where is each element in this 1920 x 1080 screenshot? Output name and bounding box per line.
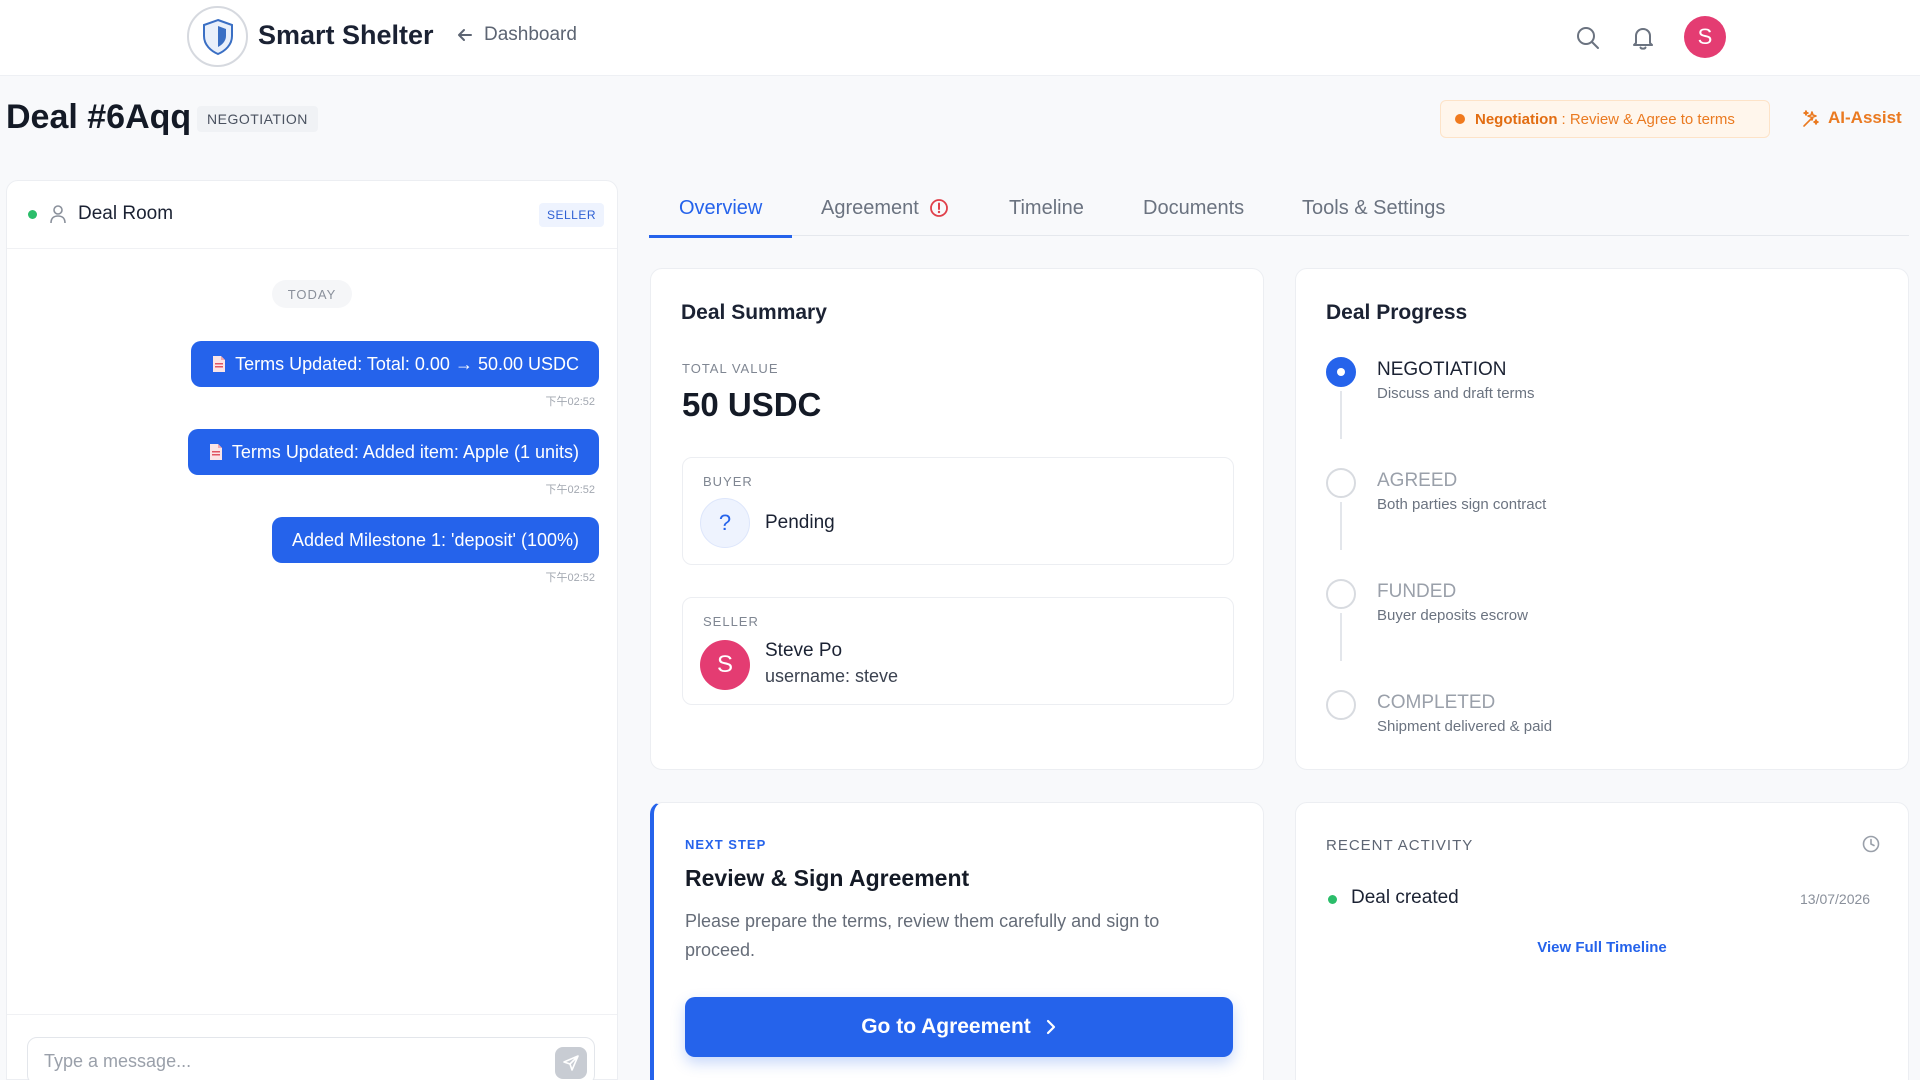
tab-overview[interactable]: Overview (648, 180, 793, 238)
step-name: NEGOTIATION (1377, 359, 1507, 380)
go-to-agreement-button[interactable]: Go to Agreement (685, 997, 1233, 1057)
next-step-title: Review & Sign Agreement (685, 865, 970, 891)
buyer-avatar: ? (700, 498, 750, 548)
step-name: COMPLETED (1377, 692, 1496, 713)
stage-detail: : Review & Agree to terms (1561, 110, 1735, 128)
user-icon (50, 205, 66, 224)
sparkle-icon (1803, 110, 1819, 127)
online-status-dot (28, 210, 37, 219)
message-time: 下午02:52 (545, 572, 595, 584)
step-indicator (1326, 690, 1356, 720)
step-connector (1340, 502, 1342, 550)
step-connector (1340, 613, 1342, 661)
next-step-description: Please prepare the terms, review them ca… (685, 911, 1160, 960)
seller-label: SELLER (703, 614, 759, 629)
deal-progress-card: Deal Progress NEGOTIATION Discuss and dr… (1295, 268, 1909, 770)
tab-tools-settings[interactable]: Tools & Settings (1302, 180, 1445, 236)
chat-message: Terms Updated: Added item: Apple (1 unit… (187, 429, 599, 475)
view-full-timeline-link[interactable]: View Full Timeline (1296, 939, 1908, 956)
step-desc: Discuss and draft terms (1377, 385, 1535, 402)
step-indicator (1326, 357, 1356, 387)
buyer-card: BUYER ? Pending (682, 457, 1234, 565)
chat-message: Added Milestone 1: 'deposit' (100%) (271, 517, 599, 563)
deal-summary-card: Deal Summary TOTAL VALUE 50 USDC BUYER ?… (650, 268, 1264, 770)
message-time: 下午02:52 (545, 484, 595, 496)
recent-activity-card: RECENT ACTIVITY Deal created 13/07/2026 … (1295, 802, 1909, 1080)
deal-progress-title: Deal Progress (1326, 301, 1468, 324)
total-value: 50 USDC (682, 386, 822, 423)
notifications-button[interactable] (1627, 22, 1659, 54)
next-step-label: NEXT STEP (685, 837, 767, 852)
alert-circle-icon (929, 199, 948, 217)
document-icon (209, 444, 222, 460)
brand-name: Smart Shelter (258, 20, 434, 50)
send-button[interactable] (555, 1047, 587, 1079)
stage-indicator: Negotiation : Review & Agree to terms (1440, 100, 1770, 138)
search-button[interactable] (1572, 22, 1604, 54)
clock-icon (1862, 835, 1880, 853)
tab-label: Agreement (821, 196, 919, 219)
stage-dot (1455, 114, 1465, 124)
arrow-left-icon (458, 29, 472, 41)
shield-logo-icon (202, 18, 233, 55)
document-icon (213, 356, 226, 372)
step-name: AGREED (1377, 470, 1458, 491)
next-step-card: NEXT STEP Review & Sign Agreement Please… (650, 802, 1264, 1080)
deal-room-title: Deal Room (78, 203, 174, 224)
deal-summary-title: Deal Summary (681, 301, 827, 324)
back-label: Dashboard (484, 24, 577, 45)
step-indicator (1326, 468, 1356, 498)
message-text: Terms Updated: Total: 0.00 → 50.00 USDC (235, 353, 579, 374)
date-divider: TODAY (272, 280, 352, 308)
message-text: Added Milestone 1: 'deposit' (100%) (291, 529, 579, 550)
chat-message: Terms Updated: Total: 0.00 → 50.00 USDC (191, 341, 599, 387)
tab-label: Documents (1143, 196, 1245, 219)
deal-tabs: Overview Agreement Timeline Documents To… (648, 180, 1909, 238)
role-badge: SELLER (539, 203, 605, 227)
tab-label: Timeline (1009, 196, 1084, 219)
step-desc: Both parties sign contract (1377, 496, 1547, 513)
activity-date: 13/07/2026 (1800, 891, 1871, 907)
tab-timeline[interactable]: Timeline (1009, 180, 1084, 236)
ai-assist-label: AI-Assist (1828, 108, 1902, 127)
bell-icon (1633, 28, 1653, 50)
tab-label: Tools & Settings (1302, 196, 1446, 219)
step-desc: Buyer deposits escrow (1377, 607, 1528, 624)
step-name: FUNDED (1377, 581, 1457, 602)
deal-title: Deal #6Aqq (6, 98, 192, 136)
deal-status-badge: NEGOTIATION (197, 106, 318, 132)
tab-agreement[interactable]: Agreement (821, 180, 949, 236)
recent-activity-label: RECENT ACTIVITY (1326, 837, 1474, 854)
step-indicator (1326, 579, 1356, 609)
send-icon (563, 1055, 579, 1071)
back-to-dashboard-link[interactable]: Dashboard (456, 24, 577, 46)
chevron-right-icon (1046, 1019, 1055, 1035)
message-time: 下午02:52 (545, 396, 595, 408)
step-desc: Shipment delivered & paid (1377, 718, 1553, 735)
total-value-label: TOTAL VALUE (682, 361, 779, 376)
deal-room-header: Deal Room SELLER (7, 181, 617, 249)
message-composer (7, 1014, 617, 1080)
buyer-label: BUYER (703, 474, 753, 489)
message-text: Terms Updated: Added item: Apple (1 unit… (231, 441, 579, 462)
stage-label: Negotiation (1475, 110, 1558, 128)
deal-room-panel: Deal Room SELLER TODAY Terms Updated: To… (6, 180, 618, 1080)
brand-logo[interactable] (187, 6, 248, 67)
tab-documents[interactable]: Documents (1143, 180, 1244, 236)
message-input[interactable] (27, 1037, 595, 1080)
button-label: Go to Agreement (861, 1015, 1031, 1038)
seller-card: SELLER S Steve Po username: steve (682, 597, 1234, 705)
seller-name: Steve Po (765, 640, 843, 661)
activity-text: Deal created (1351, 887, 1459, 908)
search-icon (1577, 27, 1599, 49)
buyer-name: Pending (765, 512, 835, 533)
step-connector (1340, 391, 1342, 439)
seller-username: username: steve (765, 666, 899, 686)
seller-avatar: S (700, 640, 750, 690)
tab-label: Overview (679, 196, 763, 219)
top-nav: Smart Shelter Dashboard S (0, 0, 1920, 76)
ai-assist-button[interactable]: AI-Assist (1800, 108, 1902, 128)
activity-dot (1328, 895, 1337, 904)
user-avatar[interactable]: S (1684, 16, 1726, 58)
